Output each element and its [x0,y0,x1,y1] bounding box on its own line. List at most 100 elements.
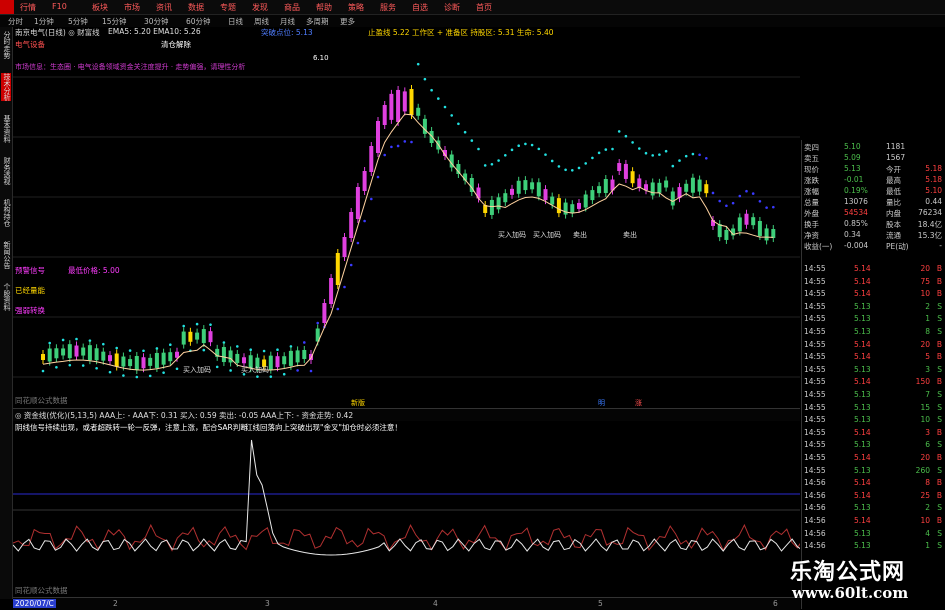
sar-dot [390,145,393,149]
menu-item-3[interactable]: 市场 [124,2,140,13]
tick-row: 14:55 5.14 75 B [804,276,942,286]
menu-item-12[interactable]: 自选 [412,2,428,13]
period-tab-10[interactable]: 更多 [340,16,355,27]
sar-dot [738,194,742,198]
period-tab-0[interactable]: 分时 [8,16,23,27]
axis-tick-label: 2 [113,599,118,608]
tick-row: 14:55 5.13 8 S [804,327,942,336]
sar-dot [644,151,648,155]
sar-dot [236,345,239,348]
sar-dot [396,144,400,148]
left-tab-3[interactable]: 财务透视 [1,157,11,185]
period-tab-5[interactable]: 60分钟 [186,16,211,27]
sar-dot [376,175,380,179]
menu-item-13[interactable]: 诊断 [444,2,460,13]
signal-tag: 买入加码 [241,365,269,374]
menu-item-7[interactable]: 发现 [252,2,268,13]
sar-dot [457,122,460,126]
tick-row: 14:55 5.13 15 S [804,402,942,412]
indicator-chart[interactable] [12,420,804,596]
main-header-ema: EMA5: 5.20 EMA10: 5.26 [108,27,201,36]
sar-dot [115,346,118,350]
left-tab-4[interactable]: 机构持仓 [1,199,11,227]
menu-item-5[interactable]: 数据 [188,2,204,13]
tick-row: 14:55 5.13 10 S [804,415,942,425]
sar-dot [772,205,775,209]
sar-dot [684,154,688,158]
sar-dot [658,153,661,156]
period-tab-3[interactable]: 15分钟 [102,16,127,27]
sar-dot [617,130,621,133]
sar-dot [175,367,179,371]
left-tab-6[interactable]: 个股资料 [1,283,11,311]
menu-item-9[interactable]: 帮助 [316,2,332,13]
kline-chart[interactable]: 买入加码 买入加码买入加码 买入加码 卖出 卖出新版明涨 [13,27,800,407]
watermark-url: www.60lt.com [792,584,909,602]
menu-item-14[interactable]: 首页 [476,2,492,13]
sar-dot [383,153,387,157]
menu-item-8[interactable]: 商品 [284,2,300,13]
period-tab-7[interactable]: 周线 [254,16,269,27]
tick-row: 14:55 5.13 3 S [804,364,942,374]
sar-dot [370,197,373,201]
tick-row: 14:55 5.14 5 B [804,352,942,362]
tick-row: 14:56 5.13 2 S [804,503,942,513]
top-menu-bar: 行情 F10 板块 市场 资讯 数据 专题 发现 商品 帮助 策略 服务 自选 诊断 首页 [0,0,945,15]
sar-dot [202,348,206,352]
sar-dot [745,189,748,193]
signal-tag: 卖出 [623,230,637,239]
tick-row: 14:56 5.14 8 B [804,478,942,488]
menu-item-4[interactable]: 资讯 [156,2,172,13]
period-tab-8[interactable]: 月线 [280,16,295,27]
sar-dot [195,322,199,326]
sar-dot [169,343,172,346]
quote-row: 卖四 5.10 1181 [804,142,906,152]
period-tab-1[interactable]: 1分钟 [34,16,54,27]
left-tab-strip: 分时走势技术分析基本资料财务透视机构持仓新闻公告个股资料 [0,27,13,599]
quote-row: 收益(一) -0.004 PE(动) - [804,241,942,251]
sar-dot [102,342,105,346]
indicator-panel[interactable]: 阴线信号持续出现，或者超跌转一轮一反弹，注意上涨，配合SAR判断 红线回落向上突… [12,420,804,596]
sar-dot [296,369,299,372]
left-tab-2[interactable]: 基本资料 [1,115,11,143]
sar-dot [497,159,500,162]
tick-row: 14:56 5.14 10 B [804,516,942,525]
left-tab-5[interactable]: 新闻公告 [1,241,11,269]
tick-row: 14:55 5.14 3 B [804,427,942,437]
axis-tick-label: 4 [433,599,438,608]
sar-dot [356,241,360,245]
sar-dot [450,114,454,117]
signal-tag: 买入加码 [498,230,526,239]
menu-item-11[interactable]: 服务 [380,2,396,13]
menu-item-6[interactable]: 专题 [220,2,236,13]
tick-row: 14:55 5.14 20 B [804,264,942,273]
sar-dot [671,164,675,168]
sar-dot [403,140,407,143]
legend-mark: 涨 [635,398,642,407]
period-tab-2[interactable]: 5分钟 [68,16,88,27]
sar-dot [477,147,480,151]
menu-item-2[interactable]: 板块 [92,2,108,13]
period-tab-4[interactable]: 30分钟 [144,16,169,27]
axis-tick-label: 3 [265,599,270,608]
tick-row: 14:56 5.13 1 S [804,541,942,551]
menu-item-10[interactable]: 策略 [348,2,364,13]
menu-item-0[interactable]: 行情 [20,2,36,13]
period-tab-9[interactable]: 多周期 [306,16,329,27]
left-tab-0[interactable]: 分时走势 [1,31,11,59]
signal-tag: 买入加码 [183,365,211,374]
sar-dot [725,204,728,208]
signal-tag: 卖出 [573,230,587,239]
axis-tick-label: 5 [598,599,603,608]
main-kline-panel[interactable]: 买入加码 买入加码 买入加码 买入加码 卖出 卖出 新版明涨 南京电气(日线) ◎ 财富线 … [13,27,800,407]
sar-dot [517,144,520,147]
period-tab-6[interactable]: 日线 [228,16,243,27]
sar-dot [564,168,567,172]
left-tab-1[interactable]: 技术分析 [1,73,11,101]
signal-tag: 买入加码 [533,230,561,239]
quote-row: 涨跌 -0.01 最高 5.18 [804,175,942,185]
sar-dot [61,338,65,342]
sar-dot [95,366,98,370]
menu-item-1[interactable]: F10 [52,2,67,11]
indicator-note-2: 红线回落向上突破出现"金叉"加仓时必须注意！ [245,423,402,432]
